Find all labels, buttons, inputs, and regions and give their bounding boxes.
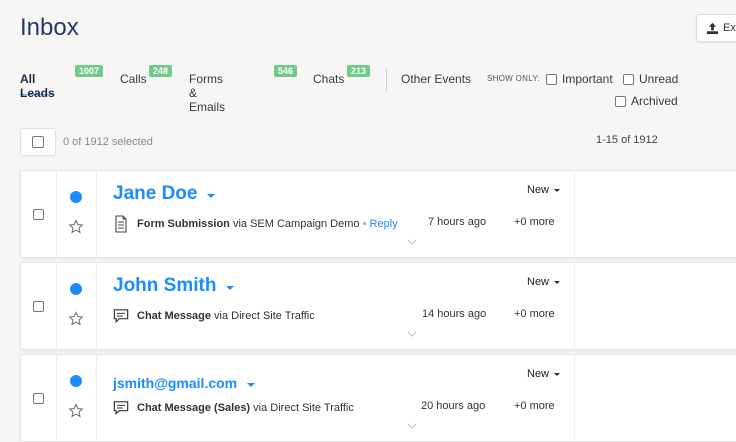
other-events-link[interactable]: Other Events (401, 72, 471, 86)
selected-count: 0 of 1912 selected (63, 136, 153, 148)
tab-count-badge: 546 (274, 65, 298, 77)
activity-source: via Direct Site Traffic (214, 310, 315, 322)
tab-label: Calls (120, 72, 147, 86)
form-icon (115, 215, 127, 233)
lead-name-text: Jane Doe (113, 183, 198, 204)
unread-dot (70, 283, 82, 295)
activity-type: Chat Message (Sales) (137, 402, 251, 414)
caret-down-icon (554, 280, 561, 284)
caret-down-icon (554, 188, 561, 192)
lead-status-dropdown[interactable]: New (527, 368, 561, 380)
page-title: Inbox (20, 14, 79, 41)
filter-label: Important (562, 72, 613, 86)
tab-label: Forms & Emails (189, 72, 226, 114)
tab-label: All Leads (20, 72, 55, 100)
lead-select-cell (21, 263, 57, 349)
lead-checkbox[interactable] (33, 300, 44, 312)
lead-name[interactable]: Jane Doe (113, 183, 216, 205)
lead-activity: Chat Message (Sales) via Direct Site Tra… (113, 399, 354, 417)
separator-dot: • (362, 218, 367, 230)
pagination-range: 1-15 of 1912 (596, 134, 658, 146)
status-label: New (527, 368, 550, 380)
show-only-label: SHOW ONLY: (487, 74, 541, 83)
lead-status-dropdown[interactable]: New (527, 184, 561, 196)
lead-checkbox[interactable] (33, 208, 44, 220)
important-checkbox[interactable] (546, 73, 557, 85)
more-activities-link[interactable]: +0 more (514, 400, 555, 412)
activity-source: via SEM Campaign Demo (232, 218, 360, 230)
lead-card[interactable]: Jane Doe Form Submission via SEM Campaig… (20, 170, 736, 258)
lead-name-text: jsmith@gmail.com (113, 375, 238, 391)
tab-label: Chats (313, 72, 345, 86)
star-icon[interactable] (68, 403, 84, 419)
reply-link[interactable]: Reply (370, 218, 398, 230)
filter-important[interactable]: Important (546, 72, 613, 86)
chat-icon (113, 309, 129, 324)
lead-name-text: John Smith (113, 275, 217, 296)
activity-time: 14 hours ago (422, 308, 487, 320)
tab-count-badge: 1007 (75, 65, 104, 77)
chevron-down-icon[interactable] (226, 286, 235, 290)
chevron-down-icon[interactable] (207, 194, 216, 198)
lead-status-cell (57, 171, 97, 257)
filter-label: Unread (639, 72, 679, 86)
lead-status-cell (57, 355, 97, 441)
select-all-button[interactable] (20, 128, 56, 156)
lead-select-cell (21, 171, 57, 257)
status-label: New (527, 184, 550, 196)
filter-unread[interactable]: Unread (623, 72, 678, 86)
activity-type: Chat Message (137, 310, 211, 322)
chat-icon (113, 401, 129, 416)
expand-chevron-icon[interactable] (407, 331, 417, 337)
tab-calls[interactable]: Calls (120, 66, 147, 94)
lead-name[interactable]: John Smith (113, 275, 235, 297)
card-divider (574, 263, 575, 349)
upload-icon (706, 22, 719, 34)
tabs-divider (386, 68, 387, 92)
card-divider (574, 171, 575, 257)
expand-chevron-icon[interactable] (407, 239, 417, 245)
card-divider (574, 355, 575, 441)
star-icon[interactable] (68, 311, 84, 327)
more-activities-link[interactable]: +0 more (514, 216, 555, 228)
lead-activity: Chat Message via Direct Site Traffic (113, 307, 315, 325)
tab-count-badge: 213 (347, 65, 371, 77)
lead-status-dropdown[interactable]: New (527, 276, 561, 288)
activity-time: 20 hours ago (421, 400, 486, 412)
tab-chats[interactable]: Chats (313, 66, 344, 94)
unread-dot (70, 191, 82, 203)
more-activities-link[interactable]: +0 more (514, 308, 555, 320)
lead-card[interactable]: John Smith Chat Message via Direct Site … (20, 262, 736, 350)
filter-archived[interactable]: Archived (615, 94, 678, 108)
lead-activity: Form Submission via SEM Campaign Demo • … (113, 215, 398, 233)
lead-name[interactable]: jsmith@gmail.com (113, 375, 256, 391)
lead-card[interactable]: jsmith@gmail.com Chat Message (Sales) vi… (20, 354, 736, 442)
activity-time: 7 hours ago (428, 216, 487, 228)
select-all-checkbox[interactable] (32, 136, 44, 148)
expand-chevron-icon[interactable] (407, 423, 417, 429)
unread-dot (70, 375, 82, 387)
filter-label: Archived (631, 94, 678, 108)
caret-down-icon (554, 372, 561, 376)
lead-select-cell (21, 355, 57, 441)
unread-checkbox[interactable] (623, 73, 634, 85)
export-label: Ex (723, 22, 736, 34)
activity-type: Form Submission (137, 218, 230, 230)
tab-count-badge: 248 (149, 65, 173, 77)
export-button[interactable]: Ex (696, 14, 736, 42)
lead-checkbox[interactable] (33, 392, 44, 404)
status-label: New (527, 276, 550, 288)
star-icon[interactable] (68, 219, 84, 235)
archived-checkbox[interactable] (615, 95, 626, 107)
chevron-down-icon[interactable] (247, 383, 256, 387)
tab-forms-emails[interactable]: Forms & Emails (189, 66, 225, 114)
tab-all-leads[interactable]: All Leads (20, 66, 55, 100)
activity-source: via Direct Site Traffic (253, 402, 354, 414)
lead-status-cell (57, 263, 97, 349)
